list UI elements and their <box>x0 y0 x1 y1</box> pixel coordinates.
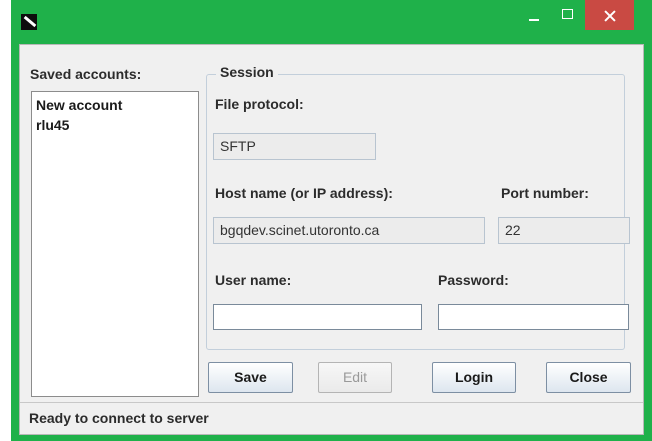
app-window: Saved accounts: New account rlu45 Sessio… <box>11 0 652 441</box>
minimize-icon[interactable] <box>519 0 549 30</box>
user-name-label: User name: <box>215 272 292 288</box>
app-icon[interactable] <box>21 14 37 30</box>
login-button[interactable]: Login <box>432 362 516 393</box>
user-name-input[interactable] <box>213 304 422 330</box>
save-button[interactable]: Save <box>208 362 293 393</box>
password-input[interactable] <box>438 304 629 330</box>
list-item[interactable]: rlu45 <box>36 115 194 135</box>
saved-accounts-list[interactable]: New account rlu45 <box>31 91 199 397</box>
port-number-label: Port number: <box>501 185 589 201</box>
host-name-field: bgqdev.scinet.utoronto.ca <box>213 217 485 244</box>
session-legend: Session <box>216 64 278 80</box>
list-item[interactable]: New account <box>36 95 194 115</box>
saved-accounts-label: Saved accounts: <box>30 66 142 82</box>
status-text: Ready to connect to server <box>29 410 209 426</box>
file-protocol-field: SFTP <box>213 133 376 160</box>
port-number-field: 22 <box>498 217 630 244</box>
maximize-icon[interactable] <box>552 0 582 30</box>
title-bar[interactable] <box>11 0 652 44</box>
edit-button: Edit <box>318 362 392 393</box>
dialog-content: Saved accounts: New account rlu45 Sessio… <box>19 44 644 435</box>
host-name-label: Host name (or IP address): <box>215 185 393 201</box>
close-icon[interactable] <box>585 0 634 30</box>
file-protocol-label: File protocol: <box>215 96 304 112</box>
password-label: Password: <box>438 272 509 288</box>
status-bar: Ready to connect to server <box>20 402 643 434</box>
close-button[interactable]: Close <box>546 362 631 393</box>
